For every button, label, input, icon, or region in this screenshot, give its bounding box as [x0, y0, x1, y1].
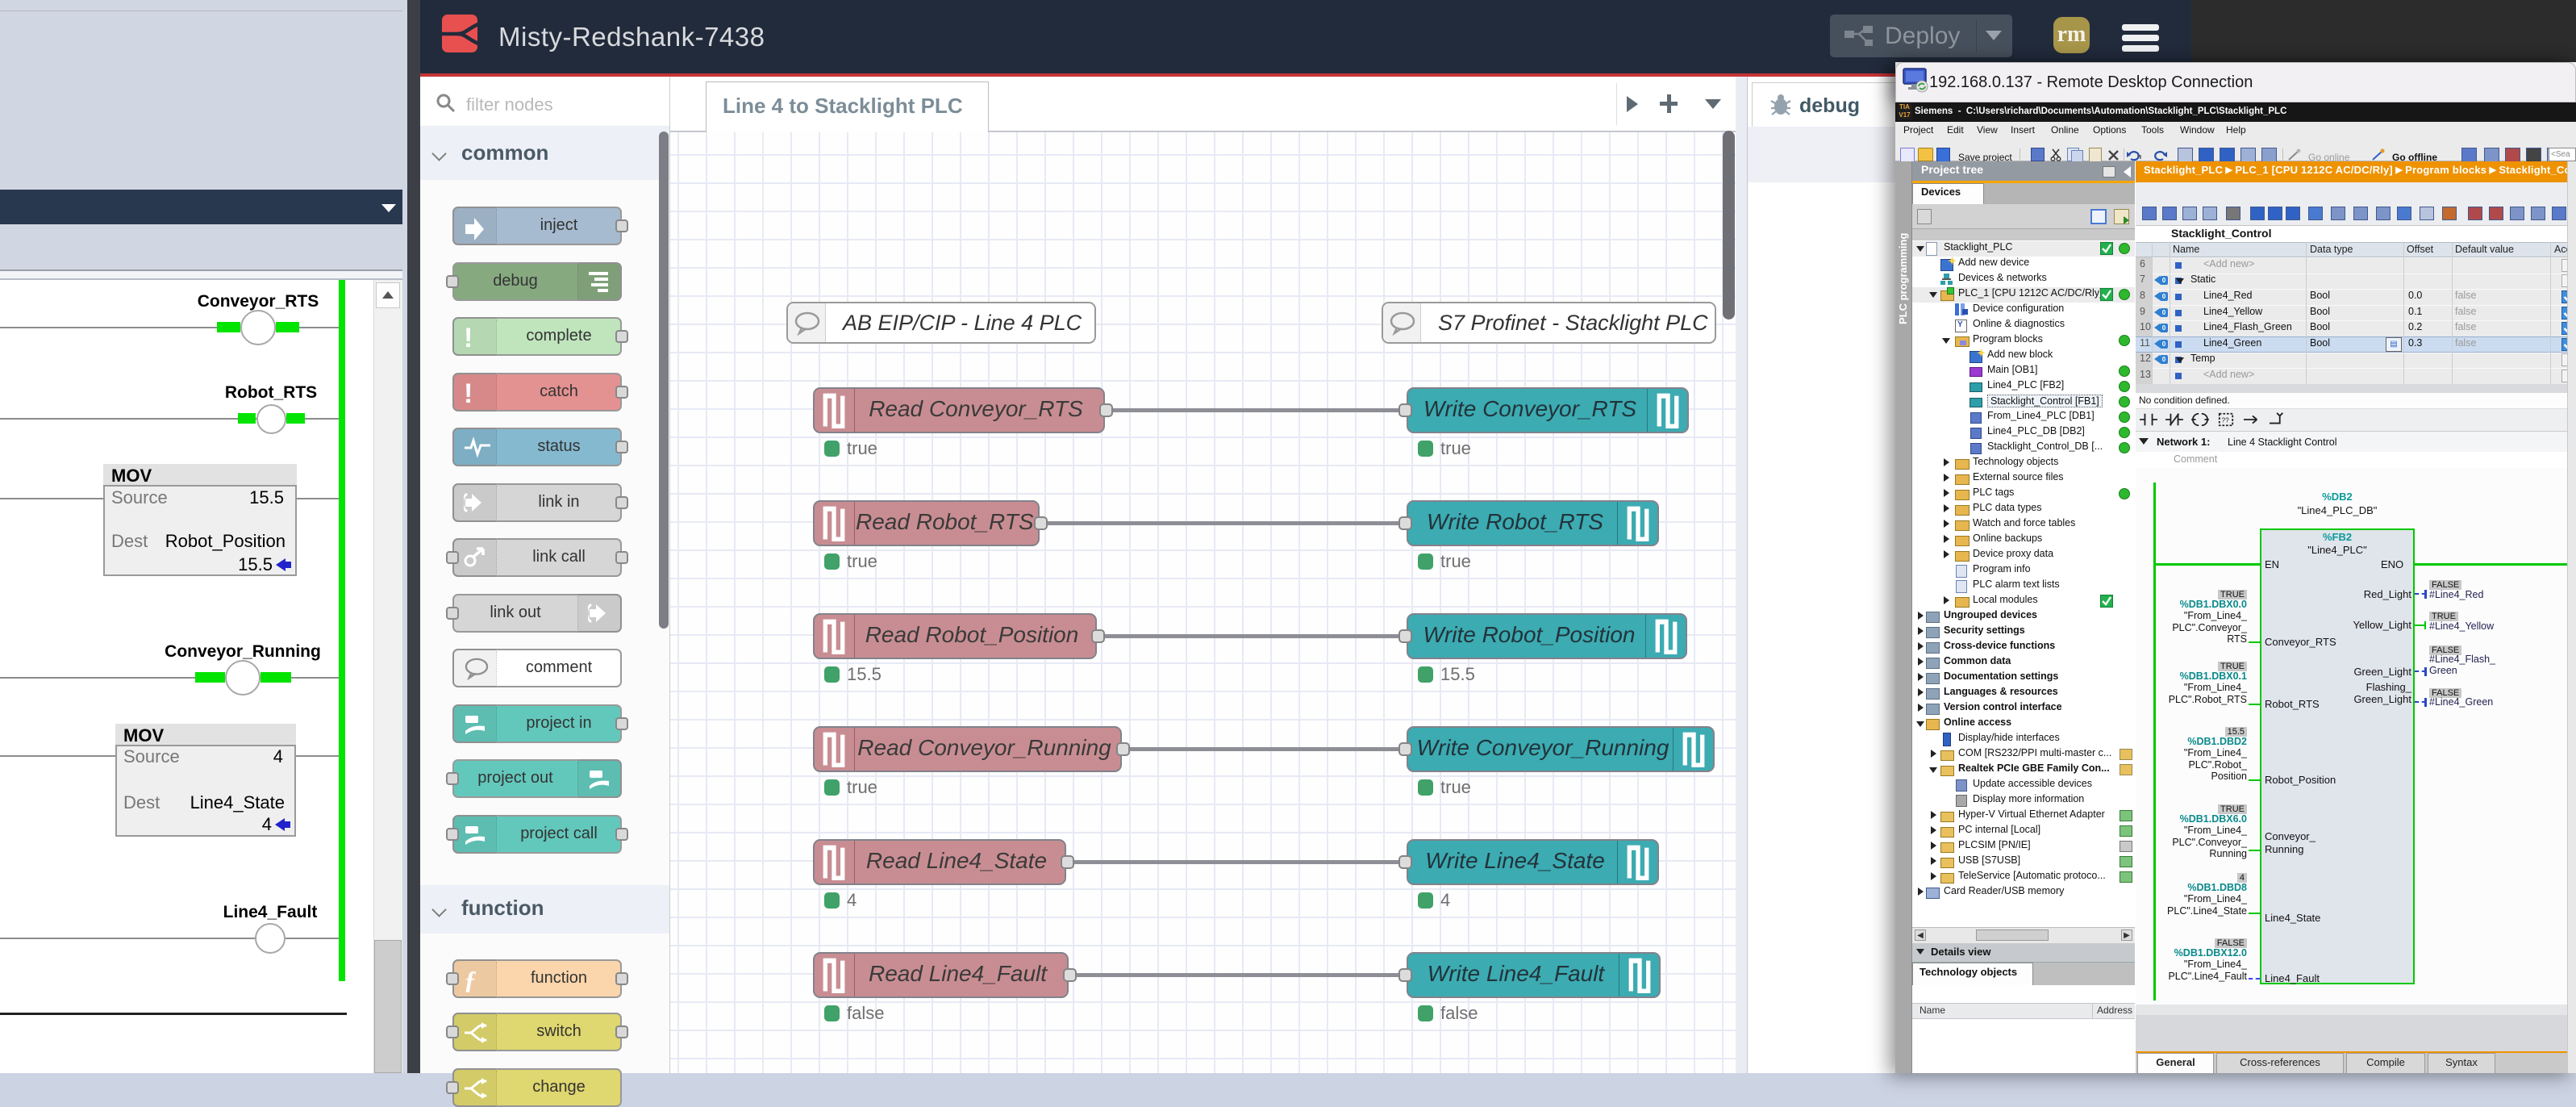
svg-text:??: ?? [2222, 417, 2230, 424]
